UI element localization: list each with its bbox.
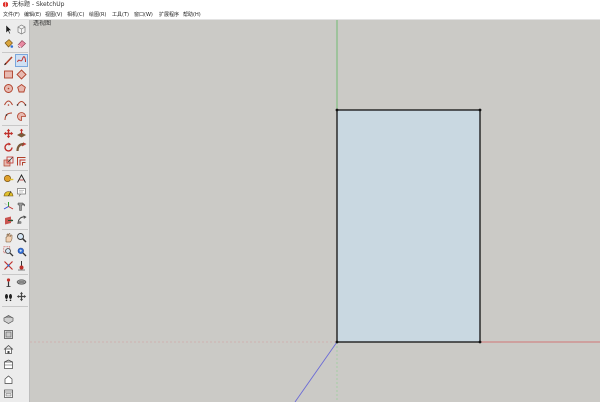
- sketchup-logo-icon: [3, 1, 8, 8]
- walk-tool-icon[interactable]: [16, 277, 27, 288]
- position-camera-tool-icon[interactable]: [16, 260, 27, 271]
- corner-vertex: [478, 340, 482, 344]
- corner-vertex: [335, 340, 339, 344]
- modeling-viewport[interactable]: 透视图: [30, 20, 600, 402]
- menu-window[interactable]: 窗口(W): [134, 11, 153, 19]
- back-view-icon[interactable]: [3, 359, 14, 370]
- rectangle-face: [336, 109, 481, 343]
- move-tool-icon[interactable]: [3, 128, 14, 139]
- protractor-tool-icon[interactable]: [3, 187, 14, 198]
- menu-tools[interactable]: 工具(T): [112, 11, 129, 19]
- follow-me-tool-icon[interactable]: [16, 142, 27, 153]
- home-view-icon[interactable]: [3, 329, 14, 340]
- dimension-tool-icon[interactable]: [16, 173, 27, 184]
- right-view-icon[interactable]: [3, 374, 14, 385]
- menu-extensions[interactable]: 扩展程序: [159, 11, 179, 19]
- circle-tool-icon[interactable]: [3, 83, 14, 94]
- polygon-tool-icon[interactable]: [16, 83, 27, 94]
- offset-tool-icon[interactable]: [16, 156, 27, 167]
- top-view-icon[interactable]: [3, 388, 14, 399]
- sandbox-tool-icon[interactable]: [3, 291, 14, 302]
- large-tool-set-toolbar: [0, 20, 30, 402]
- rotated-rectangle-tool-icon[interactable]: [16, 69, 27, 80]
- corner-vertex: [478, 108, 482, 112]
- rectangle-tool-icon[interactable]: [3, 69, 14, 80]
- front-view-icon[interactable]: [3, 344, 14, 355]
- extension-warehouse-icon[interactable]: [3, 314, 14, 325]
- scale-tool-icon[interactable]: [3, 156, 14, 167]
- menu-help[interactable]: 帮助(H): [183, 11, 201, 19]
- 3d-text-tool-icon[interactable]: [16, 201, 27, 212]
- previous-view-tool-icon[interactable]: [3, 260, 14, 271]
- menu-file[interactable]: 文件(F): [3, 11, 20, 19]
- orbit-tool-icon[interactable]: [16, 215, 27, 226]
- eraser-tool-icon[interactable]: [16, 38, 27, 49]
- pan-tool-icon[interactable]: [3, 232, 14, 243]
- menu-view[interactable]: 视图(V): [45, 11, 62, 19]
- two-point-arc-tool-icon[interactable]: [16, 97, 27, 108]
- warehouse-icon[interactable]: [16, 291, 27, 302]
- corner-vertex: [335, 108, 339, 112]
- zoom-extents-tool-icon[interactable]: [16, 246, 27, 257]
- three-point-arc-tool-icon[interactable]: [3, 111, 14, 122]
- menu-edit[interactable]: 编辑(E): [24, 11, 41, 19]
- scene-canvas[interactable]: [30, 20, 600, 402]
- menu-draw[interactable]: 绘图(R): [89, 11, 106, 19]
- make-component-tool-icon[interactable]: [16, 24, 27, 35]
- push-pull-tool-icon[interactable]: [16, 128, 27, 139]
- rotate-tool-icon[interactable]: [3, 142, 14, 153]
- tape-measure-tool-icon[interactable]: [3, 173, 14, 184]
- look-around-tool-icon[interactable]: [3, 277, 14, 288]
- line-tool-icon[interactable]: [3, 55, 14, 66]
- paint-bucket-tool-icon[interactable]: [3, 38, 14, 49]
- select-tool-icon[interactable]: [3, 24, 14, 35]
- zoom-tool-icon[interactable]: [16, 232, 27, 243]
- axes-tool-icon[interactable]: [3, 201, 14, 212]
- pie-tool-icon[interactable]: [16, 111, 27, 122]
- title-bar: 无标题 - SketchUp: [0, 0, 600, 10]
- window-title: 无标题 - SketchUp: [12, 1, 65, 8]
- arc-tool-icon[interactable]: [3, 97, 14, 108]
- menu-bar: 文件(F) 编辑(E) 视图(V) 相机(C) 绘图(R) 工具(T) 窗口(W…: [0, 10, 600, 20]
- zoom-window-tool-icon[interactable]: [3, 246, 14, 257]
- section-plane-tool-icon[interactable]: [3, 215, 14, 226]
- blue-axis: [294, 341, 338, 402]
- text-tool-icon[interactable]: [16, 187, 27, 198]
- freehand-tool-icon[interactable]: [15, 54, 28, 67]
- menu-camera[interactable]: 相机(C): [67, 11, 84, 19]
- scene-label: 透视图: [33, 20, 52, 27]
